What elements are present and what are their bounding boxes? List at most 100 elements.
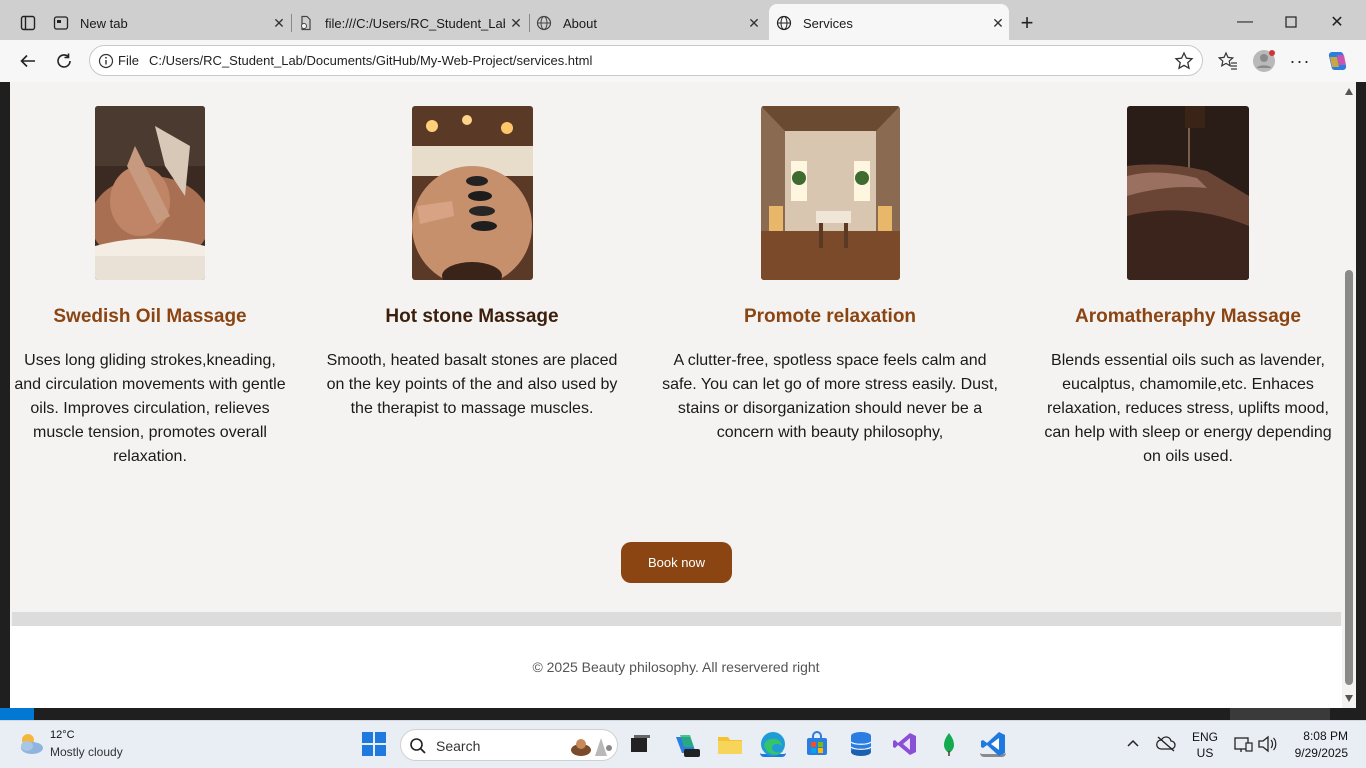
tab-title: Services [803, 15, 853, 31]
tab-new-tab[interactable]: New tab ✕ [52, 6, 290, 40]
task-view-icon [631, 735, 650, 752]
clock-button[interactable]: 8:08 PM 9/29/2025 [1288, 729, 1348, 760]
service-card-hot-stone: Hot stone Massage Smooth, heated basalt … [322, 106, 622, 421]
weather-temperature[interactable]: 12°C [50, 729, 75, 741]
mongodb-leaf-icon [944, 733, 954, 756]
info-icon[interactable] [98, 53, 114, 69]
m365-app-button[interactable] [672, 731, 700, 757]
book-now-button[interactable]: Book now [621, 542, 732, 583]
cloud-sync-button[interactable] [1156, 735, 1176, 756]
tab-separator [529, 14, 530, 32]
edge-icon [761, 732, 785, 756]
page-footer: © 2025 Beauty philosophy. All reservered… [10, 626, 1342, 708]
profile-button[interactable] [1251, 48, 1277, 74]
network-icon [1234, 737, 1253, 752]
favorites-icon [1218, 51, 1237, 70]
services-section: Swedish Oil Massage Uses long gliding st… [10, 82, 1342, 612]
database-app-button[interactable] [848, 731, 874, 757]
volume-button[interactable] [1257, 735, 1277, 756]
tab-title: About [563, 15, 597, 31]
speaker-icon [1258, 735, 1277, 753]
favorites-button[interactable] [1215, 48, 1241, 74]
file-explorer-button[interactable] [716, 731, 742, 757]
scroll-down-icon[interactable] [1345, 695, 1353, 702]
essential-oil-photo [1127, 106, 1249, 280]
more-options-icon: ··· [1289, 50, 1311, 71]
copilot-icon [1328, 52, 1347, 70]
m365-icon [676, 735, 700, 757]
url-scheme-label: File [118, 53, 139, 68]
service-title: Hot stone Massage [385, 306, 559, 327]
service-card-aromatherapy: Aromatheraphy Massage Blends essential o… [1040, 106, 1336, 469]
edge-browser-button[interactable] [760, 731, 786, 757]
new-tab-button[interactable]: + [1014, 10, 1040, 36]
scroll-up-icon[interactable] [1345, 88, 1353, 95]
back-arrow-icon [20, 54, 35, 68]
close-tab-icon[interactable]: ✕ [987, 12, 1009, 34]
service-description: A clutter-free, spotless space feels cal… [662, 352, 998, 441]
url-text[interactable]: C:/Users/RC_Student_Lab/Documents/GitHub… [149, 53, 592, 68]
service-title: Promote relaxation [743, 306, 917, 327]
show-hidden-icons-button[interactable] [1126, 737, 1140, 754]
close-tab-icon[interactable]: ✕ [505, 12, 527, 34]
tab-actions-icon [20, 15, 36, 31]
taskbar-search[interactable]: Search [400, 729, 618, 761]
close-window-button[interactable]: ✕ [1317, 8, 1357, 36]
store-button[interactable] [804, 731, 830, 757]
service-card-swedish: Swedish Oil Massage Uses long gliding st… [10, 106, 290, 469]
hot-stones-photo [411, 106, 533, 280]
address-bar[interactable]: File C:/Users/RC_Student_Lab/Documents/G… [89, 45, 1203, 76]
tab-file[interactable]: file:///C:/Users/RC_Student_Lab/D ✕ [297, 6, 527, 40]
cloudy-weather-icon[interactable] [16, 729, 46, 759]
region-code: US [1196, 746, 1214, 760]
visual-studio-button[interactable] [892, 731, 918, 757]
copilot-button[interactable] [1325, 48, 1351, 74]
search-icon [410, 738, 426, 754]
copyright-text: © 2025 Beauty philosophy. All reservered… [532, 659, 820, 675]
close-tab-icon[interactable]: ✕ [743, 12, 765, 34]
tab-title: file:///C:/Users/RC_Student_Lab/D [325, 15, 505, 31]
favorite-star-icon[interactable] [1174, 51, 1194, 71]
taskbar: 12°C Mostly cloudy Search ENG US 8:08 PM… [0, 720, 1366, 768]
tab-services[interactable]: Services ✕ [769, 4, 1009, 42]
settings-menu-button[interactable]: ··· [1287, 48, 1313, 74]
language-code: ENG [1192, 730, 1219, 744]
back-button[interactable] [15, 48, 41, 74]
tab-actions-button[interactable] [10, 10, 46, 36]
search-label: Search [436, 738, 481, 754]
vertical-scrollbar[interactable] [1342, 82, 1356, 708]
tab-strip: New tab ✕ file:///C:/Users/RC_Student_La… [0, 0, 1366, 44]
tab-about[interactable]: About ✕ [535, 6, 765, 40]
maximize-button[interactable] [1271, 8, 1311, 36]
reload-icon [57, 53, 71, 68]
vscode-button[interactable] [980, 731, 1006, 757]
start-button[interactable] [361, 731, 387, 757]
network-button[interactable] [1233, 735, 1253, 756]
task-view-button[interactable] [627, 731, 653, 757]
input-language-button[interactable]: ENG US [1192, 730, 1218, 760]
windows-logo-icon [362, 732, 386, 756]
service-description: Uses long gliding strokes,kneading, and … [14, 352, 286, 465]
chevron-up-icon [1127, 739, 1139, 747]
close-tab-icon[interactable]: ✕ [268, 12, 290, 34]
new-tab-icon [52, 14, 70, 32]
search-highlight-icon [571, 738, 612, 756]
maximize-icon [1285, 16, 1297, 28]
weather-description[interactable]: Mostly cloudy [50, 745, 123, 759]
database-icon [850, 732, 872, 756]
service-description: Blends essential oils such as lavender, … [1044, 352, 1332, 465]
service-description: Smooth, heated basalt stones are placed … [326, 352, 618, 417]
service-card-relaxation: Promote relaxation A clutter-free, spotl… [660, 106, 1000, 445]
avatar-icon [1253, 50, 1275, 72]
globe-icon [535, 14, 553, 32]
folder-icon [718, 737, 742, 754]
scrollbar-thumb[interactable] [1345, 270, 1353, 685]
close-icon: ✕ [1330, 14, 1344, 31]
clock-time: 8:08 PM [1303, 729, 1348, 743]
tab-title: New tab [80, 15, 128, 31]
plus-icon: + [1020, 10, 1034, 35]
reload-button[interactable] [51, 48, 77, 74]
minimize-icon: — [1237, 13, 1253, 30]
minimize-button[interactable]: — [1225, 8, 1265, 36]
mongodb-button[interactable] [936, 731, 962, 757]
